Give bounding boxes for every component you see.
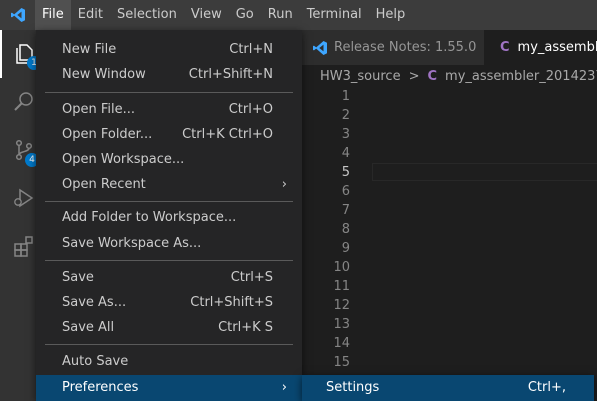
tab-my-assembler[interactable]: C my_assembler_20142377.h — [484, 30, 597, 65]
search-icon — [14, 92, 33, 111]
menu-item-shortcut: Ctrl+Shift+S — [190, 295, 273, 310]
menu-item-save[interactable]: Save Ctrl+S — [36, 265, 302, 290]
menu-item-new-window[interactable]: New Window Ctrl+Shift+N — [36, 62, 302, 87]
c-file-icon: C — [500, 40, 510, 55]
menu-item-shortcut: Ctrl+S — [230, 270, 273, 285]
menu-separator — [45, 201, 293, 202]
menu-view[interactable]: View — [184, 0, 229, 30]
line-number: 10 — [333, 260, 350, 275]
breadcrumb: HW3_source > C my_assembler_20142377.h — [302, 65, 597, 87]
menu-item-shortcut: Ctrl+O — [228, 102, 273, 117]
line-number: 2 — [341, 108, 350, 123]
menu-item-preferences[interactable]: Preferences › — [36, 375, 302, 401]
menu-item-new-file[interactable]: New File Ctrl+N — [36, 37, 302, 62]
menu-file[interactable]: File — [35, 0, 71, 30]
menu-item-shortcut: Ctrl+K S — [218, 320, 273, 335]
menu-item-save-workspace-as[interactable]: Save Workspace As... — [36, 231, 302, 256]
menu-separator — [45, 344, 293, 345]
line-number: 8 — [341, 222, 350, 237]
menu-item-label: Add Folder to Workspace... — [62, 210, 237, 225]
editor-tabs: Release Notes: 1.55.0 C my_assembler_201… — [302, 30, 597, 65]
menu-item-save-all[interactable]: Save All Ctrl+K S — [36, 315, 302, 340]
c-file-icon: C — [427, 68, 438, 84]
menu-separator — [45, 260, 293, 261]
breadcrumb-folder[interactable]: HW3_source — [320, 69, 401, 84]
menu-item-label: Save All — [62, 320, 115, 335]
menu-item-label: Preferences — [62, 380, 139, 395]
menu-item-label: Save As... — [62, 295, 127, 310]
line-number-current: 5 — [341, 165, 350, 180]
current-line-highlight[interactable] — [372, 163, 597, 181]
menu-item-open-file[interactable]: Open File... Ctrl+O — [36, 97, 302, 122]
menu-item-open-workspace[interactable]: Open Workspace... — [36, 147, 302, 172]
line-number: 1 — [341, 89, 350, 104]
menu-item-label: New Window — [62, 67, 146, 82]
menu-item-open-recent[interactable]: Open Recent › — [36, 172, 302, 197]
chevron-right-icon: › — [281, 380, 287, 395]
submenu-item-label: Settings — [326, 380, 380, 395]
menu-item-label: Open Workspace... — [62, 152, 185, 167]
line-number: 11 — [333, 279, 350, 294]
menu-item-shortcut: Ctrl+K Ctrl+O — [182, 127, 273, 142]
file-menu: New File Ctrl+N New Window Ctrl+Shift+N … — [36, 30, 302, 401]
line-number: 4 — [341, 146, 350, 161]
line-number-gutter: 1 2 3 4 5 6 7 8 9 10 11 12 13 14 15 — [302, 87, 350, 372]
line-number: 3 — [341, 127, 350, 142]
line-number: 12 — [333, 298, 350, 313]
menu-help[interactable]: Help — [369, 0, 413, 30]
menu-item-shortcut: Ctrl+N — [229, 42, 273, 57]
chevron-right-icon: > — [408, 68, 420, 84]
menu-item-auto-save[interactable]: Auto Save — [36, 349, 302, 374]
menu-item-label: Save — [62, 270, 94, 285]
menu-edit[interactable]: Edit — [71, 0, 110, 30]
tab-release-notes[interactable]: Release Notes: 1.55.0 — [302, 30, 484, 65]
menu-selection[interactable]: Selection — [110, 0, 184, 30]
menu-item-label: Open Folder... — [62, 127, 153, 142]
tab-label: Release Notes: 1.55.0 — [334, 40, 477, 55]
line-number: 13 — [333, 317, 350, 332]
menu-item-label: New File — [62, 42, 117, 57]
vscode-logo-icon — [0, 0, 35, 30]
preferences-submenu-item-settings[interactable]: Settings Ctrl+, — [302, 375, 594, 401]
menu-go[interactable]: Go — [229, 0, 261, 30]
menu-item-label: Open File... — [62, 102, 136, 117]
run-debug-icon — [14, 188, 34, 208]
chevron-right-icon: › — [281, 177, 287, 192]
menu-item-label: Auto Save — [62, 354, 129, 369]
breadcrumb-file[interactable]: my_assembler_20142377.h — [445, 69, 597, 84]
title-bar: File Edit Selection View Go Run Terminal… — [0, 0, 597, 30]
menu-item-label: Save Workspace As... — [62, 236, 202, 251]
menu-item-label: Open Recent — [62, 177, 146, 192]
submenu-item-shortcut: Ctrl+, — [527, 380, 566, 395]
line-number: 14 — [333, 336, 350, 351]
vscode-logo-icon — [313, 40, 327, 55]
menu-item-save-as[interactable]: Save As... Ctrl+Shift+S — [36, 290, 302, 315]
extensions-icon — [14, 236, 33, 257]
line-number: 6 — [341, 184, 350, 199]
line-number: 9 — [341, 241, 350, 256]
menu-terminal[interactable]: Terminal — [300, 0, 369, 30]
tab-label: my_assembler_20142377.h — [517, 40, 597, 55]
menu-item-shortcut: Ctrl+Shift+N — [188, 67, 273, 82]
menu-separator — [45, 92, 293, 93]
line-number: 15 — [333, 355, 350, 370]
menu-item-add-folder-to-workspace[interactable]: Add Folder to Workspace... — [36, 205, 302, 230]
menu-item-open-folder[interactable]: Open Folder... Ctrl+K Ctrl+O — [36, 122, 302, 147]
menu-run[interactable]: Run — [261, 0, 300, 30]
line-number: 7 — [341, 203, 350, 218]
